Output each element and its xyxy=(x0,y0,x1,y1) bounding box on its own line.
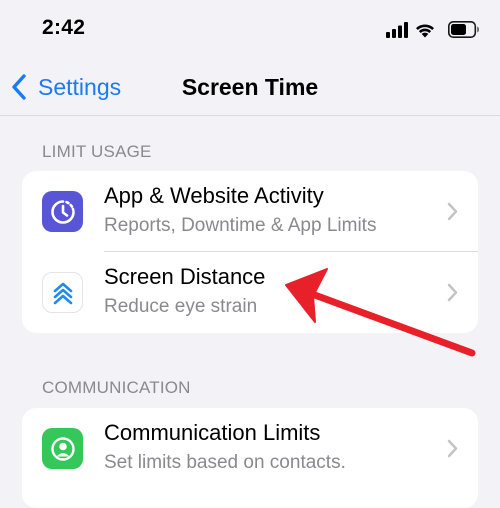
status-bar: 2:42 xyxy=(0,0,500,60)
row-title: Screen Distance xyxy=(104,264,266,289)
row-title: App & Website Activity xyxy=(104,183,324,208)
page-title: Screen Time xyxy=(181,74,319,100)
section-header-limit-usage: LIMIT USAGE xyxy=(42,142,152,161)
row-subtitle: Set limits based on contacts. xyxy=(104,452,346,473)
chevron-right-icon xyxy=(447,202,458,221)
app-website-activity-row[interactable]: App & Website Activity Reports, Downtime… xyxy=(22,171,478,252)
row-title: Communication Limits xyxy=(104,420,321,445)
limit-usage-group: App & Website Activity Reports, Downtime… xyxy=(22,171,478,333)
screen-distance-icon xyxy=(42,272,83,313)
communication-limits-row[interactable]: Communication Limits Set limits based on… xyxy=(22,408,478,489)
communication-group: Communication Limits Set limits based on… xyxy=(22,408,478,508)
cellular-signal-icon xyxy=(386,22,408,38)
chevron-right-icon xyxy=(447,439,458,458)
screen-distance-row[interactable]: Screen Distance Reduce eye strain xyxy=(22,252,478,333)
nav-divider xyxy=(0,115,500,116)
chevron-right-icon xyxy=(447,283,458,302)
row-subtitle: Reports, Downtime & App Limits xyxy=(104,215,377,236)
battery-icon xyxy=(448,21,479,38)
section-header-communication: COMMUNICATION xyxy=(42,378,191,397)
status-time: 2:42 xyxy=(42,16,86,39)
app-activity-icon xyxy=(42,191,83,232)
wifi-icon xyxy=(416,24,434,38)
communication-limits-icon xyxy=(42,428,83,469)
navigation-bar: Settings Screen Time xyxy=(0,60,500,116)
row-subtitle: Reduce eye strain xyxy=(104,296,258,317)
